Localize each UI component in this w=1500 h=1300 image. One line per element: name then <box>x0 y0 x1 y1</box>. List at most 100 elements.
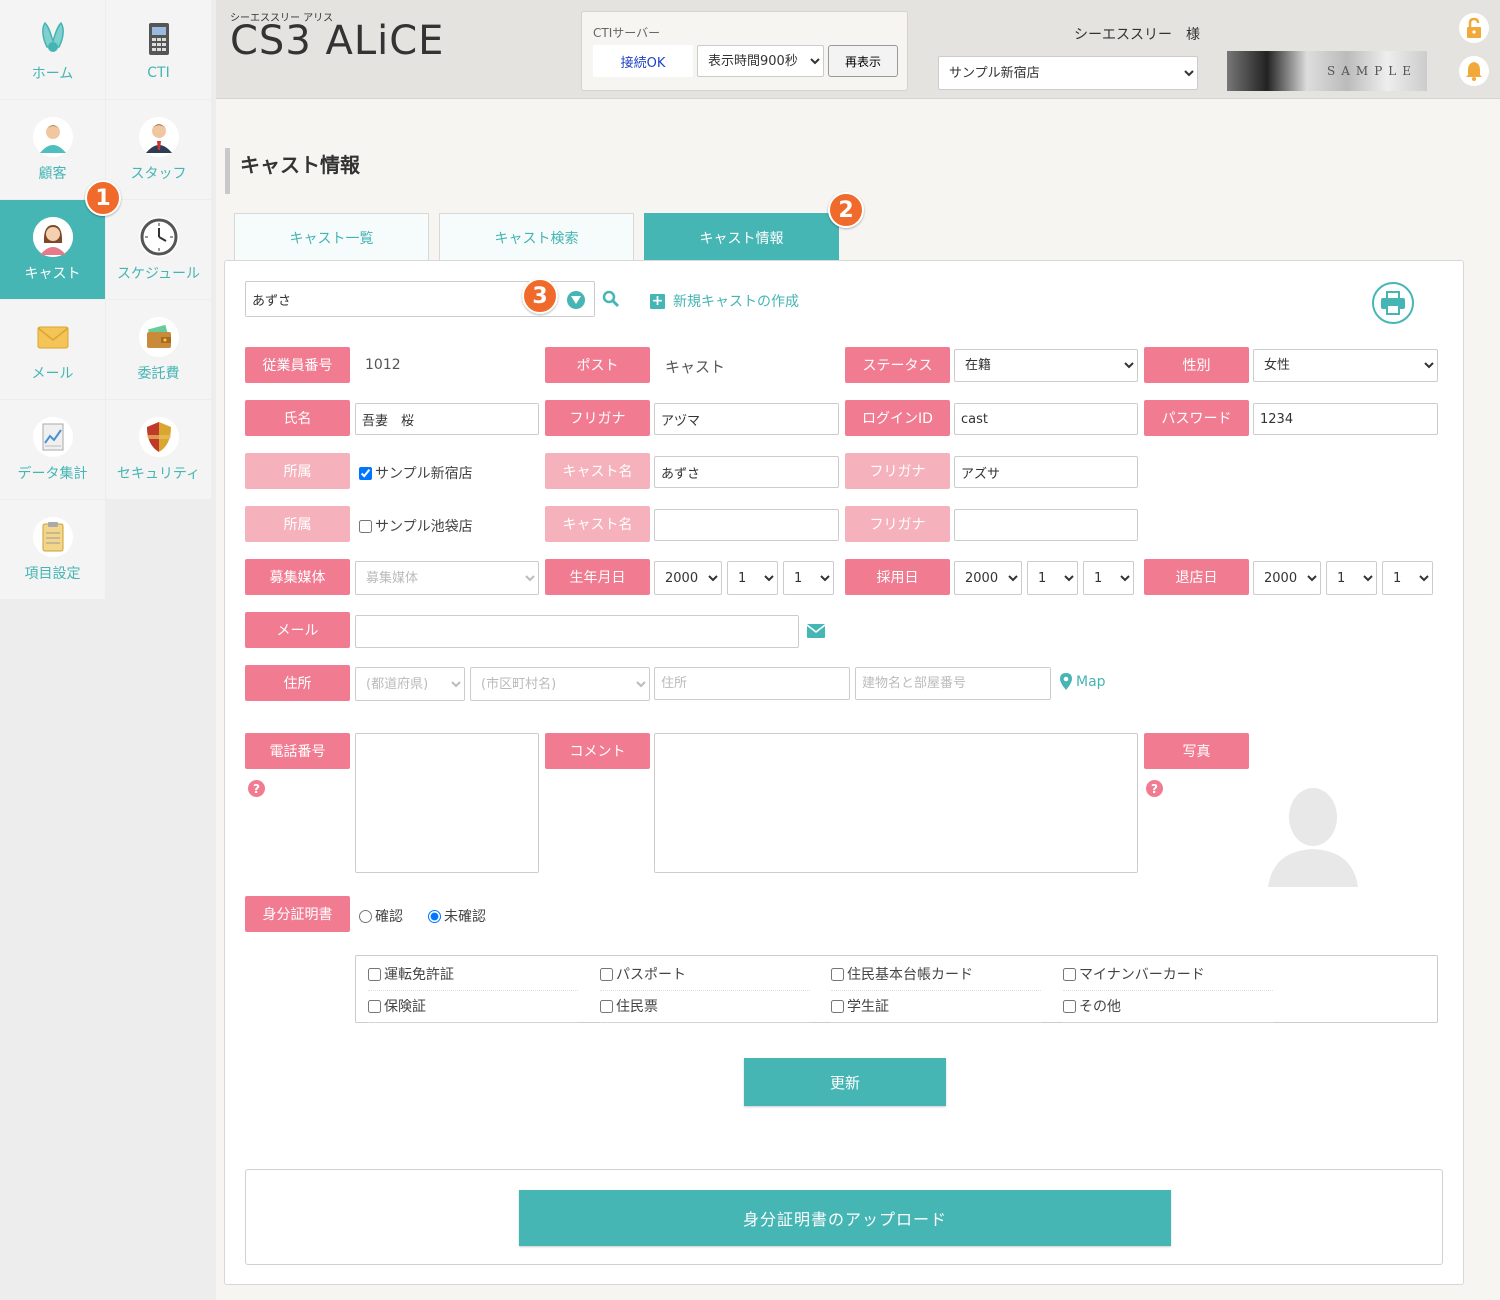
id-unconfirmed-radio[interactable]: 未確認 <box>428 906 486 926</box>
hire-year-select[interactable]: 2000 <box>954 561 1022 595</box>
sidebar-item-cti[interactable]: CTI <box>106 0 211 99</box>
id-upload-button[interactable]: 身分証明書のアップロード <box>519 1190 1171 1246</box>
password-input[interactable] <box>1253 403 1438 435</box>
phone-help-icon[interactable]: ? <box>248 780 265 797</box>
step-badge-1: 1 <box>85 180 121 216</box>
new-cast-link[interactable]: + 新規キャストの作成 <box>650 291 799 311</box>
bell-icon[interactable] <box>1459 56 1489 86</box>
id-type-check[interactable] <box>368 967 381 981</box>
id-confirmed-radio[interactable]: 確認 <box>359 906 403 926</box>
leave-month-select[interactable]: 1 <box>1326 561 1377 595</box>
id-type-passport[interactable]: パスポート <box>600 964 810 991</box>
dropdown-toggle-icon[interactable] <box>567 291 585 309</box>
gender-label: 性別 <box>1144 347 1249 383</box>
building-input[interactable] <box>855 667 1051 700</box>
cast-furigana-input[interactable] <box>954 456 1138 488</box>
login-id-input[interactable] <box>954 403 1138 435</box>
id-type-check[interactable] <box>1063 967 1076 981</box>
sidebar-item-settings[interactable]: 項目設定 <box>0 500 105 599</box>
sidebar-item-security[interactable]: セキュリティ <box>106 400 211 499</box>
id-type-mynumber[interactable]: マイナンバーカード <box>1063 964 1273 991</box>
affiliation-shinjuku-checkbox[interactable]: サンプル新宿店 <box>359 463 473 483</box>
id-type-check[interactable] <box>368 999 381 1013</box>
sidebar-item-home[interactable]: ホーム <box>0 0 105 99</box>
id-type-other[interactable]: その他 <box>1063 996 1273 1023</box>
sidebar-item-cast[interactable]: キャスト <box>0 200 105 299</box>
id-type-check[interactable] <box>600 999 613 1013</box>
leave-day-select[interactable]: 1 <box>1382 561 1433 595</box>
id-type-student[interactable]: 学生証 <box>831 996 1041 1023</box>
sidebar-item-staff[interactable]: スタッフ <box>106 100 211 199</box>
status-select[interactable]: 在籍 <box>954 349 1138 382</box>
tab-cast-list[interactable]: キャスト一覧 <box>234 213 429 261</box>
rabbit-icon <box>33 17 73 57</box>
prefecture-select[interactable]: (都道府県) <box>355 667 465 701</box>
tab-cast-search[interactable]: キャスト検索 <box>439 213 634 261</box>
sidebar-item-label: セキュリティ <box>116 465 201 482</box>
id-type-residence-cert[interactable]: 住民票 <box>600 996 810 1023</box>
city-select[interactable]: (市区町村名) <box>470 667 650 701</box>
hire-day-select[interactable]: 1 <box>1083 561 1134 595</box>
id-type-resident-card[interactable]: 住民基本台帳カード <box>831 964 1041 991</box>
cast-search-input[interactable] <box>246 282 546 316</box>
id-type-label: 住民基本台帳カード <box>847 967 973 983</box>
photo-placeholder-icon[interactable] <box>1268 779 1358 893</box>
birthdate-label: 生年月日 <box>545 559 650 595</box>
street-address-input[interactable] <box>654 667 850 700</box>
comment-textarea[interactable] <box>654 733 1138 873</box>
hire-month-select[interactable]: 1 <box>1027 561 1078 595</box>
phone-textarea[interactable] <box>355 733 539 873</box>
id-type-drivers-license[interactable]: 運転免許証 <box>368 964 578 991</box>
cast-name-input[interactable] <box>654 456 839 488</box>
name-input[interactable] <box>355 403 539 435</box>
gender-select[interactable]: 女性 <box>1253 349 1438 382</box>
store-select[interactable]: サンプル新宿店 <box>938 56 1198 90</box>
cast-name-label-2: キャスト名 <box>545 506 650 542</box>
step-badge-2: 2 <box>828 192 864 228</box>
cti-display-time-select[interactable]: 表示時間900秒 <box>697 45 824 77</box>
photo-help-icon[interactable]: ? <box>1146 780 1163 797</box>
tab-cast-info[interactable]: キャスト情報 <box>644 213 839 261</box>
sidebar-item-schedule[interactable]: スケジュール <box>106 200 211 299</box>
leave-date-label: 退店日 <box>1144 559 1249 595</box>
sidebar-item-mail[interactable]: メール <box>0 300 105 399</box>
birth-day-select[interactable]: 1 <box>783 561 834 595</box>
post-value: キャスト <box>665 358 726 376</box>
leave-year-select[interactable]: 2000 <box>1253 561 1321 595</box>
id-confirmed-radio-input[interactable] <box>359 909 372 923</box>
print-icon[interactable] <box>1372 282 1414 324</box>
id-type-check[interactable] <box>831 999 844 1013</box>
cast-name-input-2[interactable] <box>654 509 839 541</box>
sidebar-item-customer[interactable]: 顧客 <box>0 100 105 199</box>
sidebar-item-data[interactable]: データ集計 <box>0 400 105 499</box>
cti-status: 接続OK <box>593 45 693 77</box>
hire-date-label: 採用日 <box>845 559 950 595</box>
id-type-check[interactable] <box>1063 999 1076 1013</box>
sidebar-item-label: CTI <box>147 64 170 81</box>
id-type-check[interactable] <box>831 967 844 981</box>
birth-year-select[interactable]: 2000 <box>654 561 722 595</box>
birth-month-select[interactable]: 1 <box>727 561 778 595</box>
affiliation-shinjuku-check[interactable] <box>359 466 372 480</box>
furigana-input[interactable] <box>654 403 839 435</box>
header: シーエススリー アリス CS3 ALiCE CTIサーバー 接続OK 表示時間9… <box>216 0 1500 99</box>
brand-logo: CS3 ALiCE <box>230 18 445 64</box>
id-type-label: その他 <box>1079 999 1121 1015</box>
cti-reload-button[interactable]: 再表示 <box>828 45 898 77</box>
id-type-insurance[interactable]: 保険証 <box>368 996 578 1023</box>
id-unconfirmed-radio-input[interactable] <box>428 909 441 923</box>
affiliation-ikebukuro-check[interactable] <box>359 519 372 533</box>
id-type-check[interactable] <box>600 967 613 981</box>
search-icon[interactable] <box>602 290 620 312</box>
media-select[interactable]: 募集媒体 <box>355 561 539 595</box>
affiliation-ikebukuro-checkbox[interactable]: サンプル池袋店 <box>359 516 473 536</box>
id-unconfirmed-label: 未確認 <box>444 909 486 925</box>
mail-input[interactable] <box>355 615 799 648</box>
cast-furigana-input-2[interactable] <box>954 509 1138 541</box>
unlock-icon[interactable] <box>1459 13 1489 43</box>
send-mail-icon[interactable] <box>806 624 826 642</box>
sidebar-item-commission[interactable]: 委託費 <box>106 300 211 399</box>
cti-title: CTIサーバー <box>593 26 661 40</box>
map-link[interactable]: Map <box>1060 673 1106 690</box>
update-button[interactable]: 更新 <box>744 1058 946 1106</box>
